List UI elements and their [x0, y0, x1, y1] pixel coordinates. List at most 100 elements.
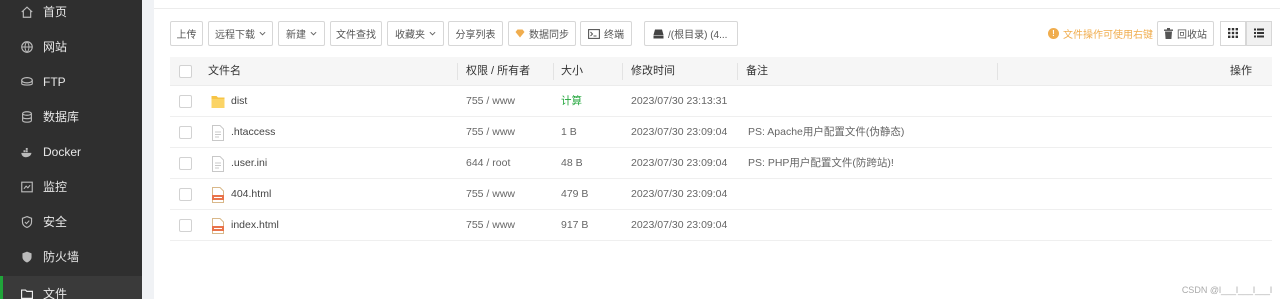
file-mtime: 2023/07/30 23:09:04	[631, 157, 728, 169]
sidebar-item-files[interactable]: 文件	[0, 276, 142, 299]
row-checkbox[interactable]	[179, 188, 192, 201]
csdn-watermark: CSDN @l___l___l___l	[1181, 285, 1272, 295]
file-size: 1 B	[561, 126, 577, 138]
firewall-icon	[20, 250, 34, 264]
path-breadcrumb[interactable]: /(根目录) (4...	[644, 21, 738, 46]
file-toolbar: 上传 远程下载 新建 文件查找 收藏夹 分享列表 数据同步 终端 /(根目录) …	[170, 21, 1272, 46]
file-table-header: 文件名 权限 / 所有者 大小 修改时间 备注 操作	[170, 57, 1272, 86]
header-permission[interactable]: 权限 / 所有者	[466, 57, 530, 86]
file-mtime: 2023/07/30 23:09:04	[631, 219, 728, 231]
column-divider	[553, 63, 554, 80]
grid-icon	[1228, 27, 1238, 41]
monitor-icon	[20, 180, 34, 194]
sidebar-item-security[interactable]: 安全	[0, 204, 142, 239]
file-search-button[interactable]: 文件查找	[330, 21, 382, 46]
file-name[interactable]: dist	[231, 86, 247, 117]
calculate-size-link[interactable]: 计算	[561, 86, 582, 117]
sidebar-item-firewall[interactable]: 防火墙	[0, 239, 142, 274]
diamond-icon	[515, 29, 525, 38]
column-divider	[737, 63, 738, 80]
table-row[interactable]: index.html 755 / www 917 B 2023/07/30 23…	[170, 210, 1272, 241]
data-sync-button[interactable]: 数据同步	[508, 21, 576, 46]
select-all-checkbox[interactable]	[179, 65, 192, 78]
trash-icon	[1164, 28, 1173, 39]
header-note: 备注	[746, 65, 768, 77]
table-row[interactable]: 404.html 755 / www 479 B 2023/07/30 23:0…	[170, 179, 1272, 210]
divider	[154, 8, 1280, 9]
sidebar-item-label: 文件	[43, 287, 68, 299]
file-icon	[212, 125, 224, 141]
sidebar-item-ftp[interactable]: FTP	[0, 64, 142, 99]
file-permission[interactable]: 755 / www	[466, 86, 515, 117]
column-divider	[997, 63, 998, 80]
column-divider	[622, 63, 623, 80]
file-permission[interactable]: 755 / www	[466, 117, 515, 148]
html-file-icon	[212, 218, 224, 234]
remote-download-button[interactable]: 远程下载	[208, 21, 273, 46]
favorites-button[interactable]: 收藏夹	[387, 21, 444, 46]
row-checkbox[interactable]	[179, 95, 192, 108]
chevron-down-icon	[259, 30, 266, 37]
file-name[interactable]: .htaccess	[231, 117, 275, 148]
file-size: 48 B	[561, 157, 583, 169]
sidebar-item-website[interactable]: 网站	[0, 29, 142, 64]
globe-icon	[20, 40, 34, 54]
context-menu-tip: ! 文件操作可使用右键	[1048, 21, 1153, 46]
terminal-button[interactable]: 终端	[580, 21, 632, 46]
home-icon	[20, 5, 34, 19]
chevron-down-icon	[429, 30, 436, 37]
html-file-icon	[212, 187, 224, 203]
sidebar-item-monitor[interactable]: 监控	[0, 169, 142, 204]
shield-icon	[20, 215, 34, 229]
sidebar-item-docker[interactable]: Docker	[0, 134, 142, 169]
header-mtime[interactable]: 修改时间	[631, 57, 675, 86]
file-permission[interactable]: 755 / www	[466, 179, 515, 210]
column-divider	[457, 63, 458, 80]
ftp-icon	[20, 75, 34, 89]
list-view-button[interactable]	[1246, 21, 1272, 46]
file-mtime: 2023/07/30 23:09:04	[631, 126, 728, 138]
file-name[interactable]: index.html	[231, 210, 279, 241]
table-row[interactable]: dist 755 / www 计算 2023/07/30 23:13:31	[170, 86, 1272, 117]
row-checkbox[interactable]	[179, 126, 192, 139]
header-size[interactable]: 大小	[561, 57, 583, 86]
folder-icon	[211, 96, 225, 108]
sidebar: 首页 网站 FTP 数据库 Docker 监控 安全 防火墙 文件	[0, 0, 142, 299]
list-icon	[1254, 27, 1264, 41]
upload-button[interactable]: 上传	[170, 21, 203, 46]
row-checkbox[interactable]	[179, 219, 192, 232]
sidebar-item-label: 首页	[43, 5, 68, 19]
sidebar-item-label: Docker	[43, 144, 82, 159]
file-name[interactable]: 404.html	[231, 179, 271, 210]
table-row[interactable]: .htaccess 755 / www 1 B 2023/07/30 23:09…	[170, 117, 1272, 148]
terminal-icon	[588, 28, 600, 39]
file-note[interactable]: PS: Apache用户配置文件(伪静态)	[748, 117, 904, 148]
header-filename[interactable]: 文件名	[208, 57, 241, 86]
file-mtime: 2023/07/30 23:09:04	[631, 188, 728, 200]
sidebar-item-label: 防火墙	[43, 250, 80, 264]
sidebar-item-label: FTP	[43, 74, 66, 89]
folder-icon	[20, 287, 34, 299]
chevron-down-icon	[310, 30, 317, 37]
new-button[interactable]: 新建	[278, 21, 325, 46]
sidebar-item-home[interactable]: 首页	[0, 0, 142, 29]
share-list-button[interactable]: 分享列表	[448, 21, 503, 46]
sidebar-item-database[interactable]: 数据库	[0, 99, 142, 134]
info-icon: !	[1048, 28, 1059, 39]
file-size: 917 B	[561, 219, 589, 231]
disk-icon	[653, 29, 664, 39]
table-row[interactable]: .user.ini 644 / root 48 B 2023/07/30 23:…	[170, 148, 1272, 179]
file-name[interactable]: .user.ini	[231, 148, 267, 179]
sidebar-item-label: 网站	[43, 40, 68, 54]
sidebar-item-label: 监控	[43, 180, 68, 194]
grid-view-button[interactable]	[1220, 21, 1246, 46]
file-permission[interactable]: 755 / www	[466, 210, 515, 241]
file-mtime: 2023/07/30 23:13:31	[631, 95, 728, 107]
docker-icon	[20, 145, 34, 159]
file-permission[interactable]: 644 / root	[466, 148, 510, 179]
file-note[interactable]: PS: PHP用户配置文件(防跨站)!	[748, 148, 894, 179]
sidebar-item-label: 安全	[43, 215, 68, 229]
file-icon	[212, 156, 224, 172]
recycle-bin-button[interactable]: 回收站	[1157, 21, 1214, 46]
row-checkbox[interactable]	[179, 157, 192, 170]
